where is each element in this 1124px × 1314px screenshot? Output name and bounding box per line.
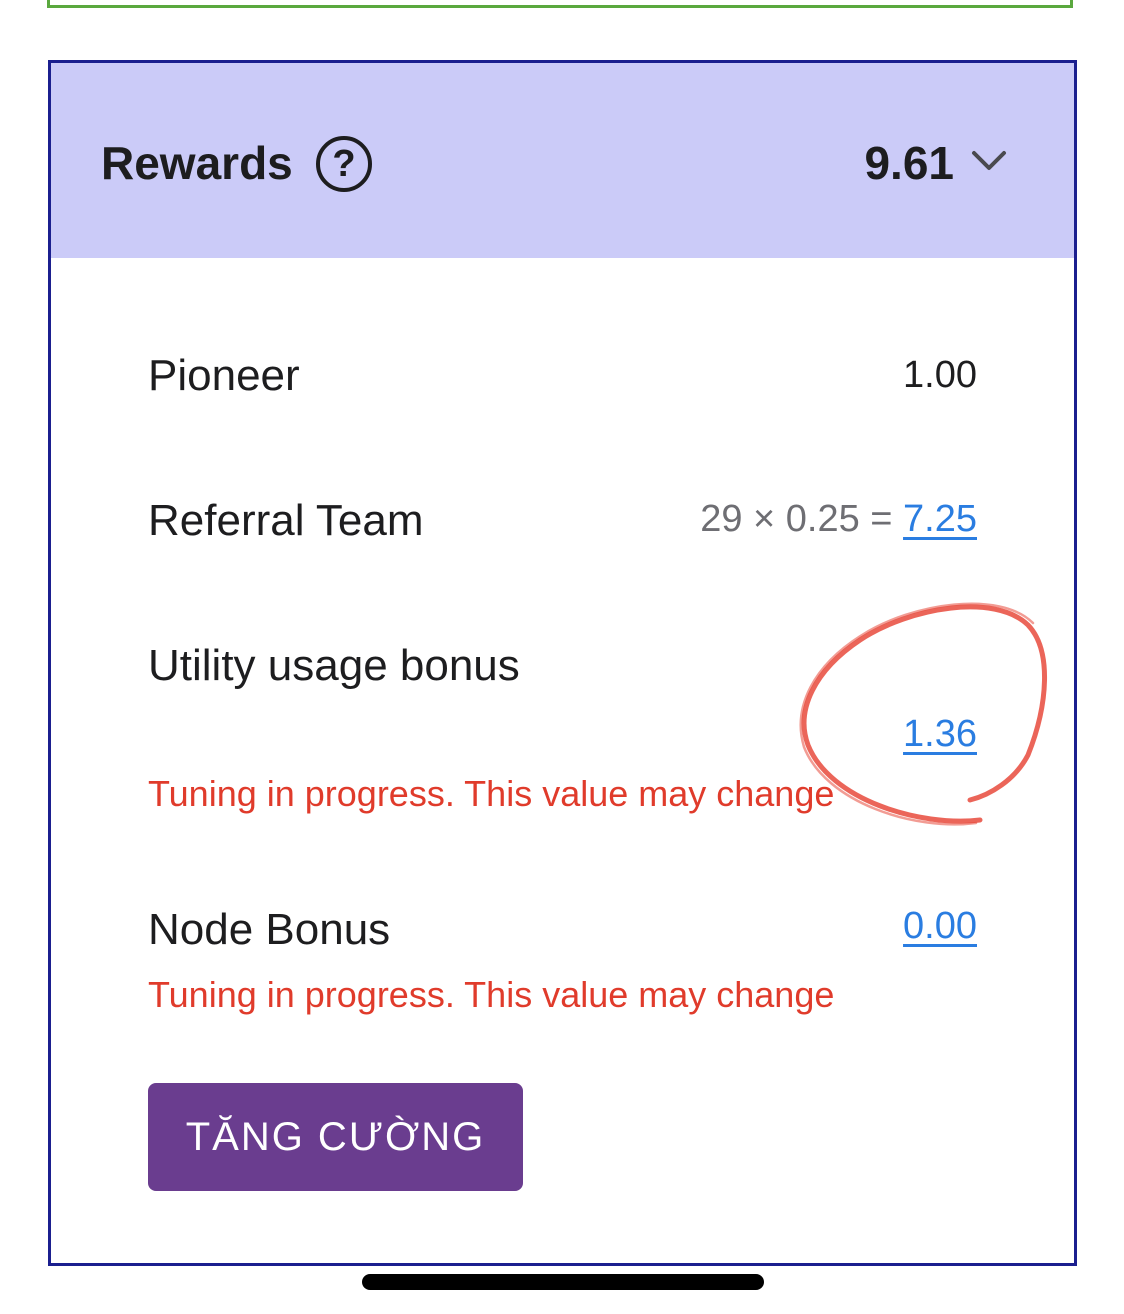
rewards-title: Rewards — [101, 137, 293, 189]
node-bonus-warning: Tuning in progress. This value may chang… — [148, 974, 835, 1015]
referral-team-value-group: 29 × 0.25 = 7.25 — [700, 495, 977, 543]
pioneer-label: Pioneer — [148, 351, 300, 400]
rewards-header[interactable]: Rewards ? 9.61 — [51, 63, 1074, 258]
pioneer-value: 1.00 — [903, 354, 977, 396]
rewards-card: Rewards ? 9.61 Pioneer 1.00 Referral Tea… — [48, 60, 1077, 1266]
utility-usage-bonus-label: Utility usage bonus — [148, 641, 520, 690]
rewards-total: 9.61 — [864, 137, 954, 189]
referral-team-label: Referral Team — [148, 496, 424, 545]
referral-team-value-link[interactable]: 7.25 — [903, 498, 977, 540]
node-bonus-label: Node Bonus — [148, 905, 391, 954]
node-bonus-value-link[interactable]: 0.00 — [903, 902, 977, 950]
boost-button[interactable]: TĂNG CƯỜNG — [148, 1083, 523, 1191]
chevron-down-icon[interactable] — [971, 143, 1007, 179]
utility-usage-bonus-warning: Tuning in progress. This value may chang… — [148, 773, 835, 814]
previous-card-edge — [47, 0, 1073, 8]
home-indicator — [362, 1274, 764, 1290]
referral-formula: 29 × 0.25 = — [700, 498, 904, 540]
utility-usage-bonus-value-link[interactable]: 1.36 — [903, 710, 977, 758]
help-icon[interactable]: ? — [316, 136, 372, 192]
